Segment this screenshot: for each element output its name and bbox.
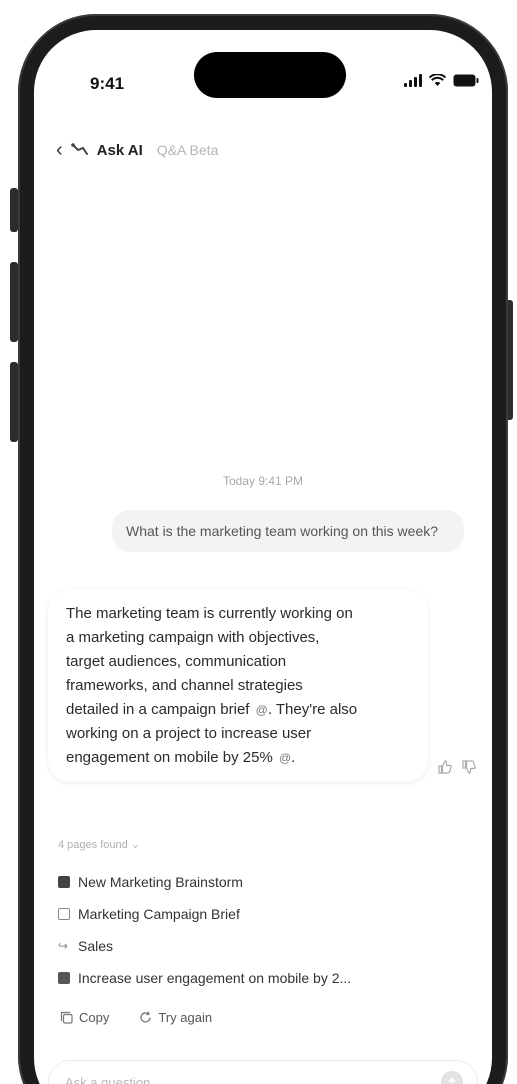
ai-response-bubble: The marketing team is currently working … [48,590,428,782]
silent-switch [10,188,18,232]
citation-link[interactable]: @ [256,698,268,722]
volume-down-button [10,362,18,442]
source-label: Sales [78,938,114,954]
ai-response-line: a marketing campaign with objectives, [66,629,320,646]
document-icon [58,908,70,920]
status-time: 9:41 [90,74,125,93]
page-subtitle: Q&A Beta [156,142,219,158]
phone-screen: 9:41 ‹ Ask AI Q&A Beta Today 9:41 PM Wha… [34,30,492,1084]
copy-label: Copy [79,1010,110,1025]
ai-response-text: engagement on mobile by 25% [66,749,273,766]
send-icon[interactable] [441,1071,463,1084]
source-item[interactable]: ↪ Sales [58,930,458,962]
chevron-down-icon: ⌄ [130,839,141,851]
ai-response-text: detailed in a campaign brief [66,701,250,718]
flow-icon: ↪ [58,939,69,953]
ai-response-line: detailed in a campaign brief @. They're … [66,698,410,722]
ai-response-text: They're also [275,701,358,718]
thumbs-down-icon[interactable] [462,760,476,774]
battery-icon [453,74,479,87]
dynamic-island [194,52,346,98]
source-list: New Marketing Brainstorm Marketing Campa… [58,866,458,994]
source-label: Marketing Campaign Brief [78,906,240,922]
chevron-left-icon[interactable]: ‹ [56,140,63,160]
try-again-button[interactable]: Try again [139,1010,212,1025]
thumbs-up-icon[interactable] [438,760,452,774]
source-item[interactable]: New Marketing Brainstorm [58,866,458,898]
question-composer [48,1060,478,1084]
ai-response-line: working on a project to increase user [66,725,312,742]
source-item[interactable]: Marketing Campaign Brief [58,898,458,930]
ai-response-line: frameworks, and channel strategies [66,677,303,694]
screenshot-stage: 9:41 ‹ Ask AI Q&A Beta Today 9:41 PM Wha… [0,0,517,1084]
ai-response-line: The marketing team is currently working … [66,605,353,622]
pages-found-label: 4 pages found [58,839,128,851]
response-actions: Copy Try again [60,1010,212,1025]
source-item[interactable]: Increase user engagement on mobile by 2.… [58,962,458,994]
copy-icon [60,1011,73,1024]
page-title: Ask AI [96,141,143,159]
chat-header: ‹ Ask AI Q&A Beta [56,140,218,160]
copy-button[interactable]: Copy [60,1010,109,1025]
signal-icon [404,74,422,87]
source-label: Increase user engagement on mobile by 2.… [78,970,352,986]
user-message-bubble: What is the marketing team working on th… [112,510,464,552]
ai-response-line: target audiences, communication [66,653,287,670]
pages-found-toggle[interactable]: 4 pages found ⌄ [58,838,140,851]
ai-response-line: engagement on mobile by 25% @. [66,746,410,770]
status-icons [404,74,479,87]
page-icon [58,876,70,888]
message-timestamp: Today 9:41 PM [222,474,304,488]
refresh-icon [139,1011,152,1024]
page-icon [58,972,70,984]
citation-link[interactable]: @ [279,746,291,770]
ai-assistant-icon [70,142,89,158]
wifi-icon [429,74,446,87]
question-input[interactable] [63,1073,441,1084]
source-label: New Marketing Brainstorm [78,874,243,890]
try-again-label: Try again [158,1010,213,1025]
volume-up-button [10,262,18,342]
feedback-buttons [438,760,476,774]
